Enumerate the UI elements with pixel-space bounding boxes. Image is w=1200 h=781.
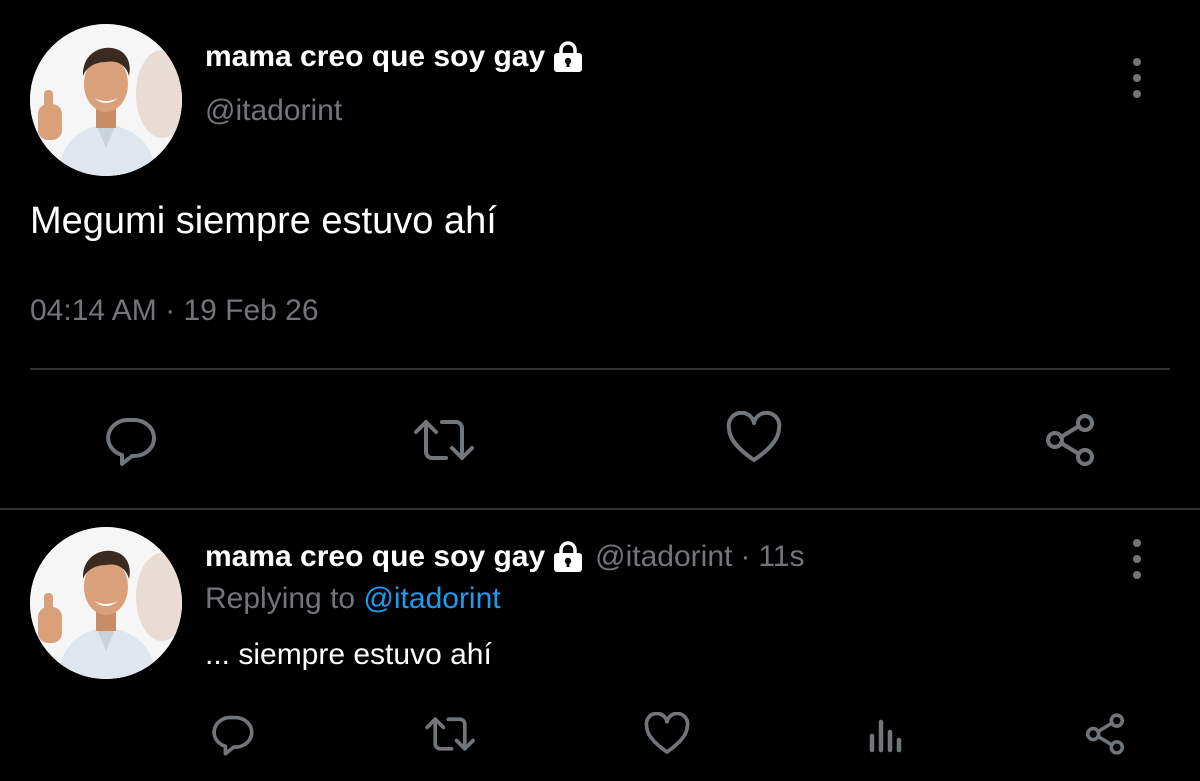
lock-icon [551, 41, 585, 73]
section-divider [0, 508, 1200, 510]
avatar-photo [30, 527, 182, 679]
reply-author-row: mama creo que soy gay @itadorint · 11s [205, 540, 805, 574]
analytics-icon[interactable] [862, 710, 910, 758]
replying-to-line: Replying to @itadorint [205, 582, 501, 616]
tweet-text: Megumi siempre estuvo ahí [30, 200, 497, 242]
like-icon[interactable] [642, 710, 692, 758]
separator: · [740, 540, 751, 573]
reply-text: ... siempre estuvo ahí [205, 638, 492, 671]
display-name[interactable]: mama creo que soy gay [205, 540, 545, 574]
reply-icon[interactable] [208, 710, 256, 758]
retweet-icon[interactable] [422, 710, 478, 758]
replying-prefix: Replying to [205, 582, 356, 615]
reply-age[interactable]: 11s [758, 540, 804, 574]
replying-to-link[interactable]: @itadorint [363, 582, 500, 615]
share-icon[interactable] [1080, 710, 1130, 758]
timestamp-row: 04:14 AM · 19 Feb 26 [30, 294, 319, 328]
reply-icon[interactable] [100, 410, 160, 470]
separator: · [165, 294, 176, 327]
like-icon[interactable] [724, 408, 784, 468]
divider [30, 368, 1170, 370]
avatar[interactable] [30, 24, 182, 176]
display-name[interactable]: mama creo que soy gay [205, 40, 545, 74]
more-options-icon[interactable] [1133, 54, 1141, 102]
lock-icon [551, 541, 585, 573]
share-icon[interactable] [1040, 410, 1100, 470]
reply-handle[interactable]: @itadorint [595, 540, 732, 574]
retweet-icon[interactable] [412, 410, 476, 470]
author-row: mama creo que soy gay [205, 40, 585, 74]
more-options-icon[interactable] [1133, 535, 1141, 583]
avatar[interactable] [30, 527, 182, 679]
tweet-time[interactable]: 04:14 AM [30, 294, 157, 327]
tweet-date[interactable]: 19 Feb 26 [183, 294, 318, 327]
avatar-photo [30, 24, 182, 176]
handle[interactable]: @itadorint [205, 94, 342, 128]
